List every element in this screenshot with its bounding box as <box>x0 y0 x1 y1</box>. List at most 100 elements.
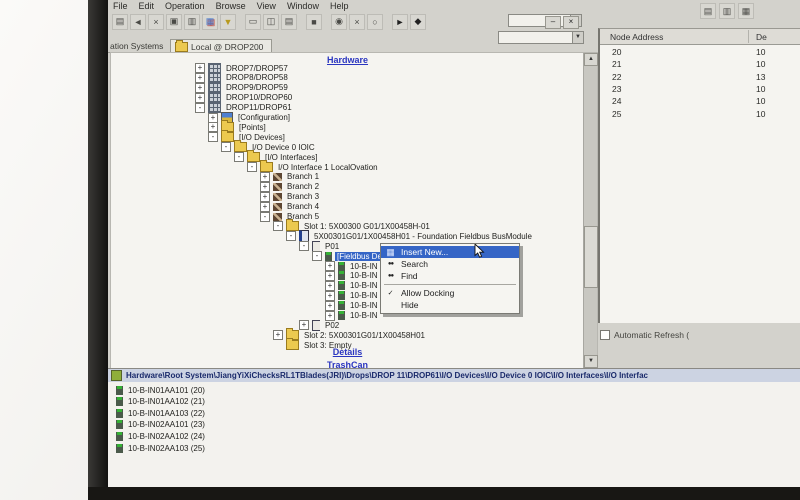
scroll-up-button[interactable]: ▲ <box>584 53 598 66</box>
expand-toggle[interactable]: - <box>221 142 231 152</box>
expand-toggle[interactable]: + <box>325 301 335 311</box>
tab-local-drop200[interactable]: Local @ DROP200 <box>170 39 272 53</box>
close-button[interactable]: × <box>563 16 579 29</box>
expand-toggle[interactable]: + <box>260 202 270 212</box>
panel-page-button[interactable]: ▤ <box>700 3 716 19</box>
toolbar-navigate-button[interactable]: ◆ <box>410 14 426 30</box>
tree-row-10-b-in[interactable]: +10-B-IN <box>325 301 380 311</box>
device-list-item[interactable]: 10-B-IN01AA101 (20) <box>116 385 205 395</box>
tree-row-10-b-in[interactable]: +10-B-IN <box>325 281 380 291</box>
expand-toggle[interactable]: - <box>260 212 270 222</box>
device-list-item[interactable]: 10-B-IN02AA102 (24) <box>116 431 205 441</box>
hardware-title-link[interactable]: Hardware <box>111 55 584 65</box>
scrollbar-thumb[interactable] <box>584 226 598 288</box>
table-row[interactable]: 2110 <box>600 59 800 71</box>
toolbar-undo-button[interactable]: ◄ <box>130 14 146 30</box>
scroll-down-button[interactable]: ▼ <box>584 355 598 368</box>
expand-toggle[interactable]: - <box>208 132 218 142</box>
expand-toggle[interactable]: + <box>195 63 205 73</box>
panel-page2-button[interactable]: ▥ <box>719 3 735 19</box>
tree-row-branch-3[interactable]: +Branch 3 <box>260 192 321 202</box>
tree-row-5x00301g01-1x00458h01-foundation-fieldbus-busmodule[interactable]: -5X00301G01/1X00458H01 - Foundation Fiel… <box>286 231 534 241</box>
menu-item-insert-new[interactable]: ▦Insert New... <box>381 246 519 258</box>
tree-row-branch-4[interactable]: +Branch 4 <box>260 202 321 212</box>
device-list-item[interactable]: 10-B-IN01AA102 (21) <box>116 397 205 407</box>
toolbar-printer-button[interactable]: ▤ <box>112 14 128 30</box>
expand-toggle[interactable]: + <box>325 261 335 271</box>
tree-row-branch-2[interactable]: +Branch 2 <box>260 182 321 192</box>
toolbar-delete-button[interactable]: × <box>349 14 365 30</box>
table-row[interactable]: 2010 <box>600 47 800 59</box>
expand-toggle[interactable]: - <box>195 103 205 113</box>
tree-row-i-o-interface-1-localovation[interactable]: -I/O Interface 1 LocalOvation <box>247 162 380 172</box>
expand-toggle[interactable]: - <box>299 241 309 251</box>
toolbar-copy-button[interactable]: ▣ <box>166 14 182 30</box>
tree-row-i-o-device-0-ioic[interactable]: -I/O Device 0 IOIC <box>221 142 317 152</box>
panel-grid-button[interactable]: ▦ <box>738 3 754 19</box>
expand-toggle[interactable]: + <box>273 330 283 340</box>
tree-row-slot-2-5x00301g01-1x00458h01[interactable]: +Slot 2: 5X00301G01/1X00458H01 <box>273 330 427 340</box>
tree-row-10-b-in[interactable]: +10-B-IN <box>325 311 380 321</box>
menu-help[interactable]: Help <box>330 1 349 11</box>
toolbar-circle-button[interactable]: ○ <box>367 14 383 30</box>
column-device[interactable]: De <box>756 32 767 42</box>
expand-toggle[interactable]: + <box>325 281 335 291</box>
expand-toggle[interactable]: + <box>195 73 205 83</box>
toolbar-cut-button[interactable]: × <box>148 14 164 30</box>
column-node-address[interactable]: Node Address <box>610 32 663 42</box>
selected-path-bar[interactable]: Hardware\Root System\JiangYiXiChecksRL1T… <box>108 369 800 382</box>
expand-toggle[interactable]: + <box>195 93 205 103</box>
menu-item-search[interactable]: ●●Search <box>381 258 519 270</box>
expand-toggle[interactable]: - <box>312 251 322 261</box>
menu-item-hide[interactable]: Hide <box>381 299 519 311</box>
table-row[interactable]: 2510 <box>600 109 800 121</box>
expand-toggle[interactable]: + <box>260 192 270 202</box>
menu-view[interactable]: View <box>257 1 276 11</box>
menu-edit[interactable]: Edit <box>139 1 155 11</box>
expand-toggle[interactable]: + <box>325 271 335 281</box>
expand-toggle[interactable]: - <box>273 221 283 231</box>
minimize-button[interactable]: – <box>545 16 561 29</box>
toolbar-export-button[interactable]: ◫ <box>263 14 279 30</box>
device-list-item[interactable]: 10-B-IN01AA103 (22) <box>116 408 205 418</box>
toolbar-run-button[interactable]: ► <box>392 14 408 30</box>
expand-toggle[interactable]: + <box>260 182 270 192</box>
tree-row-points[interactable]: +[Points] <box>208 122 268 132</box>
tree-row-slot-1-5x00300-g01-1x00458h-01[interactable]: -Slot 1: 5X00300 G01/1X00458H-01 <box>273 221 432 231</box>
table-row[interactable]: 2310 <box>600 84 800 96</box>
tree-row-i-o-interfaces[interactable]: -[I/O Interfaces] <box>234 152 319 162</box>
menu-item-allow-docking[interactable]: ✓Allow Docking <box>381 287 519 299</box>
expand-toggle[interactable]: - <box>234 152 244 162</box>
menu-window[interactable]: Window <box>287 1 319 11</box>
toolbar-palette-button[interactable]: ▦ <box>202 14 218 30</box>
tree-row-10-b-in[interactable]: +10-B-IN <box>325 261 380 271</box>
menu-item-find[interactable]: ●●Find <box>381 270 519 282</box>
device-list-item[interactable]: 10-B-IN02AA101 (23) <box>116 420 205 430</box>
expand-toggle[interactable]: + <box>325 311 335 321</box>
automatic-refresh-checkbox[interactable] <box>600 330 610 340</box>
expand-toggle[interactable]: + <box>208 113 218 123</box>
tree-scrollbar[interactable]: ▲ ▼ <box>583 53 597 368</box>
menu-file[interactable]: File <box>113 1 128 11</box>
tree-row-branch-1[interactable]: +Branch 1 <box>260 172 321 182</box>
tree-row-10-b-in[interactable]: +10-B-IN <box>325 271 380 281</box>
expand-toggle[interactable]: + <box>208 122 218 132</box>
menu-operation[interactable]: Operation <box>165 1 205 11</box>
toolbar-board-button[interactable]: ■ <box>306 14 322 30</box>
expand-toggle[interactable]: + <box>260 172 270 182</box>
tree-row-p02[interactable]: +P02 <box>299 320 341 330</box>
details-link[interactable]: Details <box>111 347 584 357</box>
device-list-item[interactable]: 10-B-IN02AA103 (25) <box>116 443 205 453</box>
toolbar-copy-page-button[interactable]: ▤ <box>281 14 297 30</box>
tree-row-10-b-in[interactable]: +10-B-IN <box>325 291 380 301</box>
table-row[interactable]: 2213 <box>600 72 800 84</box>
expand-toggle[interactable]: + <box>195 83 205 93</box>
tree-row-drop11-drop61[interactable]: -DROP11/DROP61 <box>195 103 294 113</box>
expand-toggle[interactable]: - <box>247 162 257 172</box>
toolbar-filter-button[interactable]: ▼ <box>220 14 236 30</box>
expand-toggle[interactable]: + <box>325 291 335 301</box>
toolbar-zoom-button[interactable]: ◉ <box>331 14 347 30</box>
menu-browse[interactable]: Browse <box>216 1 246 11</box>
expand-toggle[interactable]: - <box>286 231 296 241</box>
tree-row-i-o-devices[interactable]: -[I/O Devices] <box>208 132 287 142</box>
